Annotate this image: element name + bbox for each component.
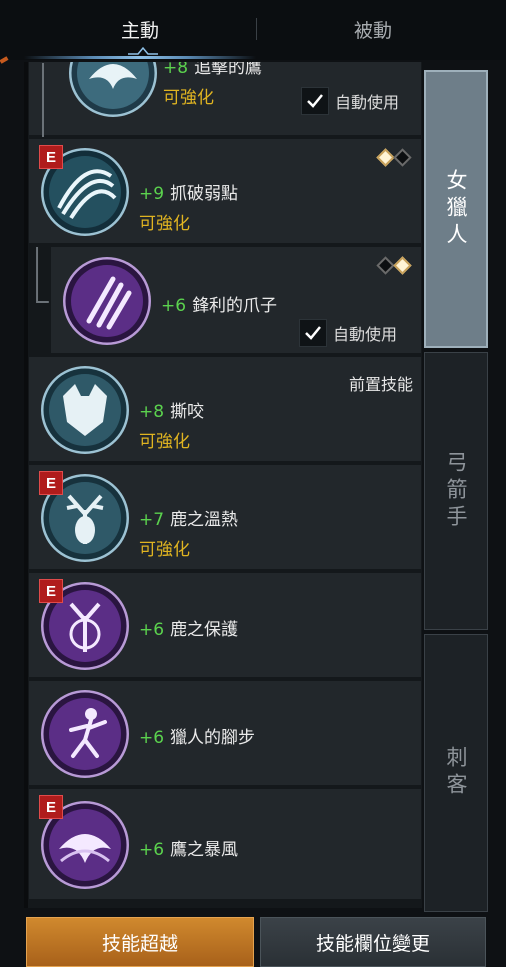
class-tab-assassin[interactable]: 刺客	[424, 634, 488, 912]
auto-use-toggle[interactable]: 自動使用	[301, 87, 399, 115]
gem-filled-icon	[376, 148, 395, 167]
skill-name: 鹿之溫熱	[170, 510, 239, 530]
list-left-edge	[24, 62, 28, 908]
enhance-label: 可強化	[163, 88, 214, 108]
enhance-label: 可強化	[139, 432, 190, 452]
check-icon	[305, 326, 321, 340]
skill-name: 鋒利的爪子	[192, 296, 278, 316]
skill-name: 鹿之保護	[170, 620, 239, 640]
skill-name: 追擊的鷹	[194, 62, 263, 78]
auto-use-label: 自動使用	[333, 325, 398, 344]
skill-name: 獵人的腳步	[170, 728, 256, 748]
class-tab-archer[interactable]: 弓箭手	[424, 352, 488, 630]
auto-use-checkbox[interactable]	[299, 319, 327, 347]
class-tab-huntress[interactable]: 女獵人	[424, 70, 488, 348]
skill-level: +8	[163, 62, 189, 78]
e-badge: E	[39, 795, 63, 819]
check-icon	[307, 94, 323, 108]
prerequisite-skill-label: 前置技能	[348, 375, 413, 394]
skill-card-hunter-step[interactable]: +6 獵人的腳步	[28, 680, 422, 786]
tab-divider	[256, 18, 257, 40]
e-badge: E	[39, 471, 63, 495]
upgrade-gems	[376, 148, 412, 167]
skill-level: +6	[139, 728, 165, 748]
skill-card-sharp-claws[interactable]: +6 鋒利的爪子 自動使用	[36, 246, 422, 354]
skill-name: 鷹之暴風	[170, 840, 239, 860]
tree-connector	[42, 63, 44, 137]
enhance-label: 可強化	[139, 214, 190, 234]
wolf-icon	[41, 366, 129, 454]
skill-slot-change-button[interactable]: 技能欄位變更	[260, 917, 486, 967]
class-tab-label: 刺客	[444, 746, 468, 800]
tab-ornament-icon	[128, 46, 158, 55]
skill-level: +8	[139, 402, 165, 422]
active-tab-indicator	[24, 56, 256, 59]
gem-empty-icon	[376, 256, 395, 275]
skill-card-claw-weakness[interactable]: E +9 抓破弱點 可強化	[28, 138, 422, 244]
hunter-step-icon	[41, 690, 129, 778]
skill-list[interactable]: +8追擊的鷹 可強化 自動使用 E +9抓破弱點 可強化 +6鋒利的爪子	[24, 62, 422, 908]
class-tab-label: 女獵人	[444, 168, 468, 250]
auto-use-checkbox[interactable]	[301, 87, 329, 115]
skill-level: +7	[139, 510, 165, 530]
sharp-claws-icon	[63, 257, 151, 345]
skill-type-tabs: 主動 被動	[0, 0, 506, 60]
auto-use-label: 自動使用	[335, 93, 400, 112]
gem-empty-icon	[393, 148, 412, 167]
skill-level: +9	[139, 184, 165, 204]
auto-use-toggle[interactable]: 自動使用	[299, 319, 397, 347]
skill-card-hawk-storm[interactable]: E +6 鷹之暴風	[28, 788, 422, 900]
e-badge: E	[39, 145, 63, 169]
skill-name: 抓破弱點	[170, 184, 239, 204]
skill-card-deer-warmth[interactable]: E +7 鹿之溫熱 可強化	[28, 464, 422, 570]
skill-card-bite[interactable]: 前置技能 +8 撕咬 可強化	[28, 356, 422, 462]
class-tab-label: 弓箭手	[444, 450, 468, 532]
e-badge: E	[39, 579, 63, 603]
skill-card-hawk-pursuit[interactable]: +8 追擊的鷹 可強化 自動使用	[28, 62, 422, 137]
tree-connector	[36, 247, 49, 303]
skill-transcend-button[interactable]: 技能超越	[26, 917, 254, 967]
upgrade-gems	[376, 256, 412, 275]
skill-card-deer-protection[interactable]: E +6 鹿之保護	[28, 572, 422, 678]
enhance-label: 可強化	[139, 540, 190, 560]
skill-name: 撕咬	[170, 402, 205, 422]
gem-filled-icon	[393, 256, 412, 275]
hawk-icon	[69, 62, 157, 117]
skill-level: +6	[139, 620, 165, 640]
skill-level: +6	[139, 840, 165, 860]
skill-level: +6	[161, 296, 187, 316]
tab-passive-skills[interactable]: 被動	[258, 0, 488, 58]
